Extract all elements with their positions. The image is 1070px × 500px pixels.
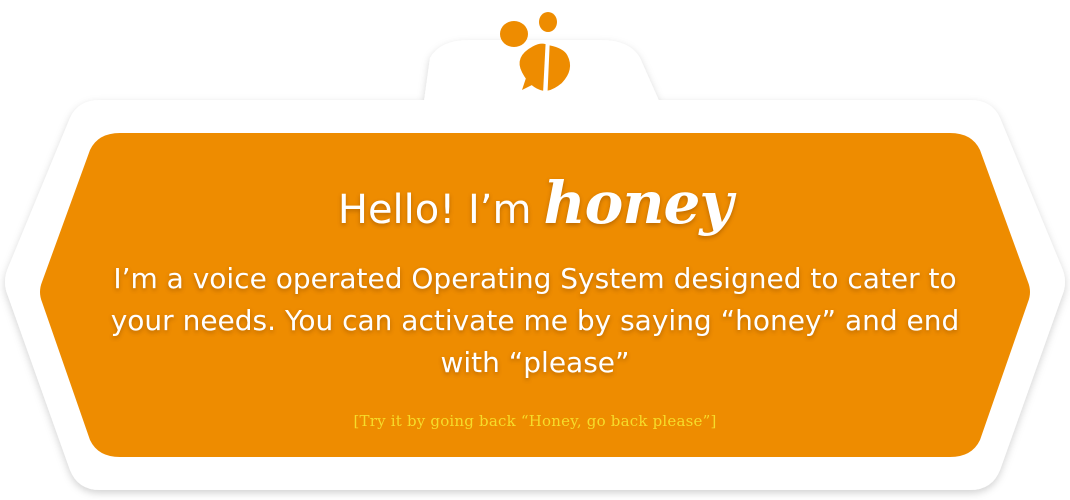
message-content: Hello! I’m honey I’m a voice operated Op… (80, 150, 990, 450)
description-text: I’m a voice operated Operating System de… (110, 262, 960, 379)
greeting-heading: Hello! I’m honey (80, 164, 990, 238)
voice-command-hint: [Try it by going back “Honey, go back pl… (353, 412, 717, 430)
bee-icon (500, 12, 571, 91)
greeting-text: Hello! I’m (337, 187, 532, 233)
welcome-screen: Hello! I’m honey I’m a voice operated Op… (0, 0, 1070, 500)
assistant-name: honey (543, 169, 733, 237)
